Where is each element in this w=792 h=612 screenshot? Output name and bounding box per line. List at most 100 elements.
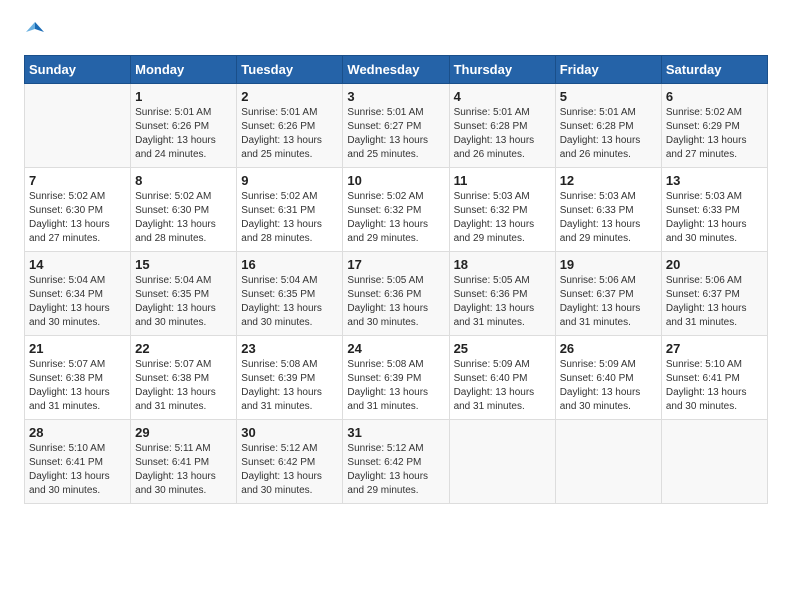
calendar-cell: 23 Sunrise: 5:08 AMSunset: 6:39 PMDayligh… — [237, 336, 343, 420]
calendar-week-row: 14Sunrise: 5:04 AMSunset: 6:34 PMDayligh… — [25, 252, 768, 336]
day-number: 13 — [666, 173, 763, 188]
calendar-cell: 12 Sunrise: 5:03 AMSunset: 6:33 PMDayligh… — [555, 168, 661, 252]
day-number: 3 — [347, 89, 444, 104]
day-number: 24 — [347, 341, 444, 356]
day-info: Sunrise: 5:04 AMSunset: 6:35 PMDaylight:… — [241, 274, 338, 330]
calendar-cell: 2 Sunrise: 5:01 AMSunset: 6:26 PMDaylight… — [237, 84, 343, 168]
calendar-cell: 3 Sunrise: 5:01 AMSunset: 6:27 PMDaylight… — [343, 84, 449, 168]
day-info: Sunrise: 5:08 AMSunset: 6:39 PMDaylight:… — [347, 358, 444, 414]
day-number: 8 — [135, 173, 232, 188]
day-info: Sunrise: 5:03 AMSunset: 6:33 PMDaylight:… — [666, 190, 763, 246]
calendar-cell: 9 Sunrise: 5:02 AMSunset: 6:31 PMDaylight… — [237, 168, 343, 252]
day-info: Sunrise: 5:10 AMSunset: 6:41 PMDaylight:… — [666, 358, 763, 414]
day-number: 15 — [135, 257, 232, 272]
day-info: Sunrise: 5:05 AMSunset: 6:36 PMDaylight:… — [347, 274, 444, 330]
day-info: Sunrise: 5:02 AMSunset: 6:31 PMDaylight:… — [241, 190, 338, 246]
calendar-cell: 24 Sunrise: 5:08 AMSunset: 6:39 PMDayligh… — [343, 336, 449, 420]
calendar-cell: 20 Sunrise: 5:06 AMSunset: 6:37 PMDayligh… — [661, 252, 767, 336]
day-info: Sunrise: 5:09 AMSunset: 6:40 PMDaylight:… — [454, 358, 551, 414]
header-sunday: Sunday — [25, 56, 131, 84]
calendar-cell — [661, 420, 767, 504]
calendar-cell: 26Sunrise: 5:09 AMSunset: 6:40 PMDayligh… — [555, 336, 661, 420]
day-number: 6 — [666, 89, 763, 104]
calendar-week-row: 7 Sunrise: 5:02 AMSunset: 6:30 PMDaylight… — [25, 168, 768, 252]
calendar-cell: 13 Sunrise: 5:03 AMSunset: 6:33 PMDayligh… — [661, 168, 767, 252]
calendar-cell: 6 Sunrise: 5:02 AMSunset: 6:29 PMDaylight… — [661, 84, 767, 168]
day-info: Sunrise: 5:04 AMSunset: 6:34 PMDaylight:… — [29, 274, 126, 330]
calendar-cell: 25 Sunrise: 5:09 AMSunset: 6:40 PMDayligh… — [449, 336, 555, 420]
day-number: 1 — [135, 89, 232, 104]
day-info: Sunrise: 5:02 AMSunset: 6:32 PMDaylight:… — [347, 190, 444, 246]
calendar-cell: 30 Sunrise: 5:12 AMSunset: 6:42 PMDayligh… — [237, 420, 343, 504]
day-number: 29 — [135, 425, 232, 440]
day-info: Sunrise: 5:01 AMSunset: 6:26 PMDaylight:… — [241, 106, 338, 162]
calendar-cell: 18Sunrise: 5:05 AMSunset: 6:36 PMDayligh… — [449, 252, 555, 336]
header-tuesday: Tuesday — [237, 56, 343, 84]
header-saturday: Saturday — [661, 56, 767, 84]
day-number: 30 — [241, 425, 338, 440]
day-info: Sunrise: 5:01 AMSunset: 6:28 PMDaylight:… — [560, 106, 657, 162]
day-info: Sunrise: 5:01 AMSunset: 6:28 PMDaylight:… — [454, 106, 551, 162]
day-number: 27 — [666, 341, 763, 356]
day-number: 7 — [29, 173, 126, 188]
calendar-week-row: 28 Sunrise: 5:10 AMSunset: 6:41 PMDayligh… — [25, 420, 768, 504]
day-number: 31 — [347, 425, 444, 440]
day-info: Sunrise: 5:03 AMSunset: 6:32 PMDaylight:… — [454, 190, 551, 246]
day-info: Sunrise: 5:11 AMSunset: 6:41 PMDaylight:… — [135, 442, 232, 498]
calendar-cell: 8 Sunrise: 5:02 AMSunset: 6:30 PMDaylight… — [131, 168, 237, 252]
header-monday: Monday — [131, 56, 237, 84]
calendar-cell: 5 Sunrise: 5:01 AMSunset: 6:28 PMDaylight… — [555, 84, 661, 168]
day-info: Sunrise: 5:03 AMSunset: 6:33 PMDaylight:… — [560, 190, 657, 246]
day-number: 25 — [454, 341, 551, 356]
day-number: 2 — [241, 89, 338, 104]
day-info: Sunrise: 5:04 AMSunset: 6:35 PMDaylight:… — [135, 274, 232, 330]
calendar-cell: 14Sunrise: 5:04 AMSunset: 6:34 PMDayligh… — [25, 252, 131, 336]
day-number: 22 — [135, 341, 232, 356]
day-number: 28 — [29, 425, 126, 440]
calendar-cell: 7 Sunrise: 5:02 AMSunset: 6:30 PMDaylight… — [25, 168, 131, 252]
day-info: Sunrise: 5:06 AMSunset: 6:37 PMDaylight:… — [666, 274, 763, 330]
day-number: 18 — [454, 257, 551, 272]
day-number: 9 — [241, 173, 338, 188]
calendar-cell: 22 Sunrise: 5:07 AMSunset: 6:38 PMDayligh… — [131, 336, 237, 420]
header-thursday: Thursday — [449, 56, 555, 84]
day-info: Sunrise: 5:08 AMSunset: 6:39 PMDaylight:… — [241, 358, 338, 414]
header-wednesday: Wednesday — [343, 56, 449, 84]
day-number: 12 — [560, 173, 657, 188]
calendar-cell: 1 Sunrise: 5:01 AMSunset: 6:26 PMDaylight… — [131, 84, 237, 168]
day-number: 19 — [560, 257, 657, 272]
day-number: 10 — [347, 173, 444, 188]
day-info: Sunrise: 5:06 AMSunset: 6:37 PMDaylight:… — [560, 274, 657, 330]
day-info: Sunrise: 5:01 AMSunset: 6:27 PMDaylight:… — [347, 106, 444, 162]
calendar-cell: 27 Sunrise: 5:10 AMSunset: 6:41 PMDayligh… — [661, 336, 767, 420]
day-info: Sunrise: 5:09 AMSunset: 6:40 PMDaylight:… — [560, 358, 657, 414]
day-number: 5 — [560, 89, 657, 104]
calendar-week-row: 21 Sunrise: 5:07 AMSunset: 6:38 PMDayligh… — [25, 336, 768, 420]
calendar-cell: 19 Sunrise: 5:06 AMSunset: 6:37 PMDayligh… — [555, 252, 661, 336]
day-number: 11 — [454, 173, 551, 188]
calendar-cell: 4Sunrise: 5:01 AMSunset: 6:28 PMDaylight… — [449, 84, 555, 168]
calendar-cell — [25, 84, 131, 168]
calendar-week-row: 1 Sunrise: 5:01 AMSunset: 6:26 PMDaylight… — [25, 84, 768, 168]
calendar-cell — [449, 420, 555, 504]
day-info: Sunrise: 5:02 AMSunset: 6:30 PMDaylight:… — [29, 190, 126, 246]
calendar-cell: 28 Sunrise: 5:10 AMSunset: 6:41 PMDayligh… — [25, 420, 131, 504]
calendar-cell: 16 Sunrise: 5:04 AMSunset: 6:35 PMDayligh… — [237, 252, 343, 336]
day-info: Sunrise: 5:01 AMSunset: 6:26 PMDaylight:… — [135, 106, 232, 162]
day-info: Sunrise: 5:07 AMSunset: 6:38 PMDaylight:… — [135, 358, 232, 414]
logo-bird-icon — [26, 20, 44, 38]
day-info: Sunrise: 5:12 AMSunset: 6:42 PMDaylight:… — [241, 442, 338, 498]
day-info: Sunrise: 5:02 AMSunset: 6:29 PMDaylight:… — [666, 106, 763, 162]
day-number: 21 — [29, 341, 126, 356]
day-number: 16 — [241, 257, 338, 272]
day-info: Sunrise: 5:02 AMSunset: 6:30 PMDaylight:… — [135, 190, 232, 246]
day-info: Sunrise: 5:10 AMSunset: 6:41 PMDaylight:… — [29, 442, 126, 498]
calendar-cell: 31Sunrise: 5:12 AMSunset: 6:42 PMDayligh… — [343, 420, 449, 504]
calendar-cell: 17Sunrise: 5:05 AMSunset: 6:36 PMDayligh… — [343, 252, 449, 336]
calendar-header-row: SundayMondayTuesdayWednesdayThursdayFrid… — [25, 56, 768, 84]
calendar-cell: 10 Sunrise: 5:02 AMSunset: 6:32 PMDayligh… — [343, 168, 449, 252]
calendar-cell: 15 Sunrise: 5:04 AMSunset: 6:35 PMDayligh… — [131, 252, 237, 336]
day-number: 23 — [241, 341, 338, 356]
calendar-table: SundayMondayTuesdayWednesdayThursdayFrid… — [24, 55, 768, 504]
day-number: 20 — [666, 257, 763, 272]
